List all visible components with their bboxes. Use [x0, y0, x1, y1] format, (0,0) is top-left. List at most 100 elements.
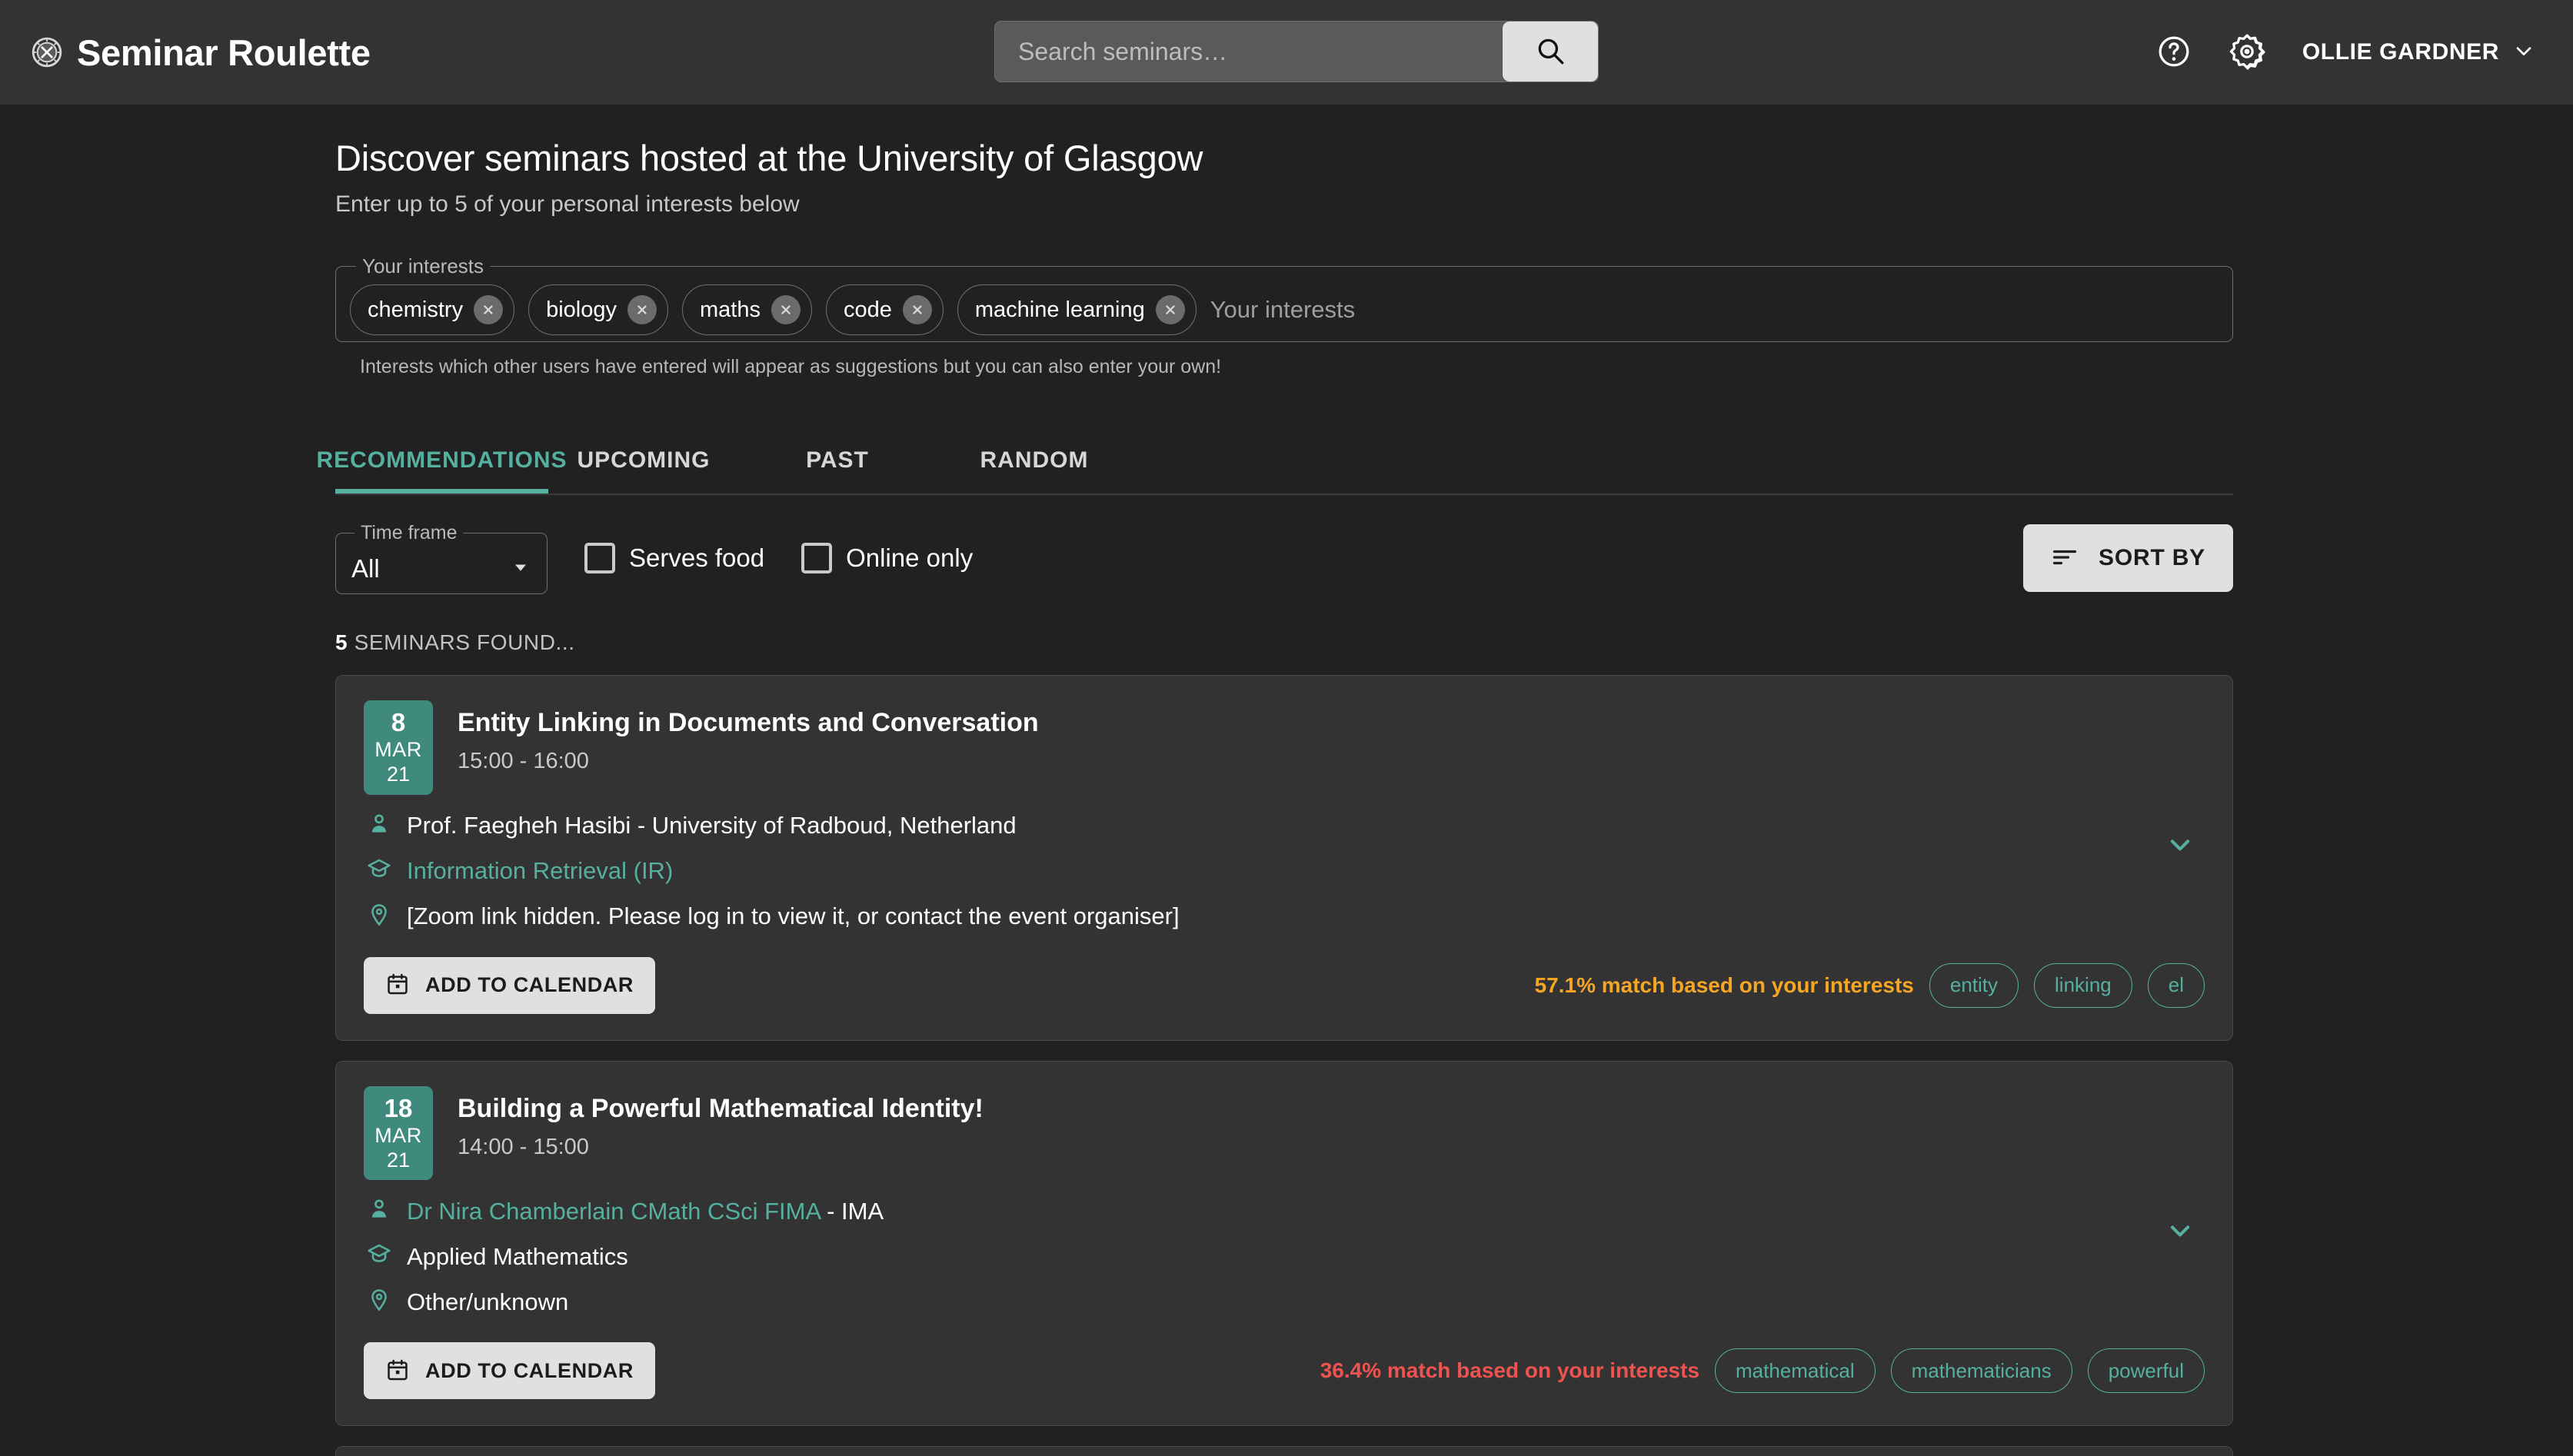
sort-lines-icon — [2051, 544, 2079, 573]
tag-pill[interactable]: linking — [2034, 962, 2132, 1008]
seminar-card-footer: ADD TO CALENDAR 57.1% match based on you… — [364, 956, 2205, 1014]
timeframe-select[interactable]: Time frame All — [335, 522, 548, 594]
location-pin-icon — [367, 1288, 391, 1316]
seminar-card[interactable]: 22 MAR 21 Conversational Recommendation … — [335, 1446, 2233, 1456]
interest-chip[interactable]: machine learning — [957, 284, 1197, 335]
interest-chip[interactable]: code — [825, 284, 944, 335]
sort-by-label: SORT BY — [2099, 545, 2205, 570]
user-name-label: OLLIE GARDNER — [2302, 39, 2499, 65]
tab-recommendations[interactable]: RECOMMENDATIONS — [316, 427, 567, 494]
location-row: [Zoom link hidden. Please log in to view… — [364, 903, 2205, 931]
help-button[interactable] — [2156, 34, 2192, 71]
remove-chip-icon[interactable] — [902, 295, 932, 324]
tab-upcoming[interactable]: UPCOMING — [548, 427, 739, 494]
results-count: 5 SEMINARS FOUND... — [335, 630, 2233, 655]
serves-food-checkbox[interactable]: Serves food — [584, 543, 764, 573]
date-year: 21 — [386, 763, 411, 786]
page-body: Discover seminars hosted at the Universi… — [0, 105, 2573, 1456]
interest-chip-label: code — [843, 297, 892, 322]
user-menu[interactable]: OLLIE GARDNER — [2302, 38, 2539, 67]
settings-button[interactable] — [2228, 33, 2265, 72]
seminar-heading: Building a Powerful Mathematical Identit… — [458, 1086, 984, 1160]
interest-chip[interactable]: biology — [528, 284, 668, 335]
tab-past[interactable]: PAST — [739, 427, 936, 494]
tag-pill[interactable]: el — [2147, 962, 2205, 1008]
interests-helper-text: Interests which other users have entered… — [360, 356, 1222, 377]
graduation-cap-icon — [367, 1242, 391, 1271]
roulette-wheel-icon — [31, 36, 63, 68]
remove-chip-icon[interactable] — [1155, 295, 1185, 324]
seminar-card-header: 18 MAR 21 Building a Powerful Mathematic… — [364, 1085, 2205, 1181]
subject-link[interactable]: Information Retrieval (IR) — [407, 857, 673, 885]
seminar-title: Building a Powerful Mathematical Identit… — [458, 1093, 984, 1123]
search-button[interactable] — [1503, 22, 1598, 81]
seminar-card-header: 8 MAR 21 Entity Linking in Documents and… — [364, 700, 2205, 795]
date-badge: 18 MAR 21 — [364, 1085, 433, 1181]
match-score: 36.4% match based on your interests — [1320, 1358, 1700, 1383]
brand-logo[interactable]: Seminar Roulette — [31, 32, 371, 74]
subject-row: Applied Mathematics — [364, 1242, 2205, 1271]
interest-chip[interactable]: maths — [681, 284, 812, 335]
remove-chip-icon[interactable] — [771, 295, 801, 324]
tag-pill[interactable]: entity — [1929, 962, 2019, 1008]
location-row: Other/unknown — [364, 1288, 2205, 1316]
timeframe-value: All — [351, 554, 380, 583]
page-subtitle: Enter up to 5 of your personal interests… — [335, 191, 800, 217]
speaker-link[interactable]: Dr Nira Chamberlain CMath CSci FIMA — [407, 1198, 820, 1225]
tab-random[interactable]: RANDOM — [936, 427, 1133, 494]
match-and-tags: 36.4% match based on your interests math… — [1320, 1348, 2205, 1394]
seminar-card[interactable]: 18 MAR 21 Building a Powerful Mathematic… — [335, 1060, 2233, 1427]
date-month: MAR — [374, 1123, 422, 1147]
seminar-heading: Entity Linking in Documents and Conversa… — [458, 700, 1039, 774]
tag-pill[interactable]: mathematical — [1715, 1348, 1876, 1394]
serves-food-label: Serves food — [629, 544, 765, 572]
search-input[interactable] — [995, 22, 1503, 81]
filter-row: Time frame All Serves food Online only S… — [335, 521, 2233, 595]
interests-input[interactable] — [1210, 296, 2217, 324]
remove-chip-icon[interactable] — [627, 295, 657, 324]
interest-chip[interactable]: chemistry — [350, 284, 515, 335]
chevron-down-icon — [2511, 38, 2536, 67]
timeframe-legend: Time frame — [361, 522, 458, 544]
search-icon — [1534, 35, 1566, 69]
checkbox-box-icon — [801, 543, 833, 573]
expand-card-icon[interactable] — [2163, 828, 2197, 866]
match-score: 57.1% match based on your interests — [1534, 972, 1914, 997]
header-actions: OLLIE GARDNER — [2156, 33, 2539, 72]
interest-chip-label: maths — [699, 297, 761, 322]
speaker-suffix: - IMA — [820, 1197, 884, 1225]
calendar-icon — [385, 1358, 410, 1385]
graduation-cap-icon — [367, 857, 391, 886]
add-to-calendar-button[interactable]: ADD TO CALENDAR — [364, 1342, 655, 1400]
interest-chip-label: machine learning — [974, 297, 1145, 322]
interests-field[interactable]: Your interests chemistry biology maths c… — [335, 254, 2233, 342]
interest-chip-label: biology — [546, 297, 617, 322]
online-only-label: Online only — [846, 544, 974, 572]
results-count-number: 5 — [335, 630, 348, 654]
location-text: [Zoom link hidden. Please log in to view… — [407, 903, 1180, 930]
help-circle-icon — [2156, 34, 2192, 71]
app-title: Seminar Roulette — [77, 32, 371, 73]
online-only-checkbox[interactable]: Online only — [801, 543, 973, 573]
remove-chip-icon[interactable] — [474, 295, 504, 324]
add-to-calendar-button[interactable]: ADD TO CALENDAR — [364, 956, 655, 1014]
expand-card-icon[interactable] — [2163, 1214, 2197, 1252]
seminar-card-footer: ADD TO CALENDAR 36.4% match based on you… — [364, 1342, 2205, 1400]
add-to-calendar-label: ADD TO CALENDAR — [425, 973, 634, 997]
person-icon — [367, 812, 391, 840]
date-month: MAR — [374, 737, 422, 761]
subject-row[interactable]: Information Retrieval (IR) — [364, 857, 2205, 886]
dropdown-arrow-icon — [510, 557, 531, 582]
seminar-card[interactable]: 8 MAR 21 Entity Linking in Documents and… — [335, 675, 2233, 1041]
tag-pill[interactable]: powerful — [2087, 1348, 2205, 1394]
tag-pill[interactable]: mathematicians — [1890, 1348, 2072, 1394]
seminar-title: Entity Linking in Documents and Conversa… — [458, 708, 1039, 737]
seminar-time: 14:00 - 15:00 — [458, 1134, 589, 1159]
app-header: Seminar Roulette Search seminars… OLLIE … — [0, 0, 2573, 105]
person-icon — [367, 1197, 391, 1225]
speaker-row[interactable]: Dr Nira Chamberlain CMath CSci FIMA - IM… — [364, 1197, 2205, 1225]
tab-bar: RECOMMENDATIONS UPCOMING PAST RANDOM — [316, 427, 2233, 494]
sort-by-button[interactable]: SORT BY — [2023, 524, 2233, 592]
results-count-text: SEMINARS FOUND... — [348, 630, 575, 654]
interests-legend: Your interests — [362, 254, 484, 278]
